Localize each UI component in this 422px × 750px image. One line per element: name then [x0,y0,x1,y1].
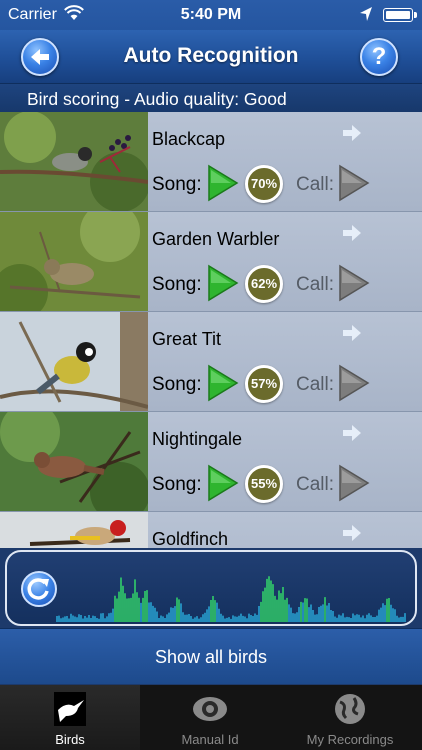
status-bar: Carrier 5:40 PM [0,0,422,30]
battery-icon [383,8,417,22]
call-label: Call: [296,274,335,295]
tab-my-recordings[interactable]: My Recordings [280,685,420,750]
score-badge: 62% [245,265,283,303]
scoring-header: Bird scoring - Audio quality: Good [0,84,422,112]
bird-row-nightingale[interactable]: Nightingale Song: 55% Call: [0,412,422,512]
bird-name: Nightingale [152,429,243,449]
score-badge: 57% [245,365,283,403]
tab-manual-id[interactable]: Manual Id [140,685,280,750]
bird-photo-goldfinch [0,512,148,548]
bird-name: Blackcap [152,129,226,149]
play-call-button[interactable] [338,464,370,502]
play-song-button[interactable] [207,264,239,302]
arrow-right-icon[interactable] [343,325,361,341]
bird-icon [54,692,86,726]
status-time: 5:40 PM [180,6,242,23]
play-song-button[interactable] [207,164,239,202]
tab-label: Birds [55,732,85,747]
bird-row-garden-warbler[interactable]: Garden Warbler Song: 62% Call: [0,212,422,312]
nav-bar: Auto Recognition ? [0,30,422,84]
tab-bar: Birds Manual Id My Recordings [0,685,422,750]
song-label: Song: [152,474,202,495]
bird-list[interactable]: Blackcap Song: 70% Call: Garden Warbler … [0,112,422,548]
arrow-right-icon[interactable] [343,125,361,141]
bird-name: Great Tit [152,329,222,349]
tab-label: My Recordings [306,732,394,747]
help-button[interactable]: ? [360,38,398,76]
bird-photo-blackcap [0,112,148,211]
song-label: Song: [152,274,202,295]
call-label: Call: [296,474,335,495]
bird-photo-great-tit [0,312,148,411]
play-call-button[interactable] [338,164,370,202]
call-label: Call: [296,174,335,195]
score-badge: 70% [245,165,283,203]
audio-waveform-panel [5,550,417,626]
song-label: Song: [152,374,202,395]
play-call-button[interactable] [338,264,370,302]
refresh-icon [27,578,49,600]
bird-photo-nightingale [0,412,148,511]
arrow-right-icon[interactable] [343,425,361,441]
bird-row-blackcap[interactable]: Blackcap Song: 70% Call: [0,112,422,212]
arrow-right-icon[interactable] [343,525,361,541]
bird-row-goldfinch[interactable]: Goldfinch [0,512,422,548]
play-song-button[interactable] [207,364,239,402]
refresh-button[interactable] [21,571,57,607]
score-badge: 55% [245,465,283,503]
call-label: Call: [296,374,335,395]
arrow-right-icon[interactable] [343,225,361,241]
tab-birds[interactable]: Birds [0,685,140,750]
show-all-birds-button[interactable]: Show all birds [0,628,422,684]
play-call-button[interactable] [338,364,370,402]
location-arrow-icon [360,7,372,21]
page-title: Auto Recognition [123,44,299,67]
audio-waveform [56,576,406,622]
eye-icon [193,697,227,721]
tab-label: Manual Id [181,732,239,747]
song-label: Song: [152,174,202,195]
play-song-button[interactable] [207,464,239,502]
bird-photo-garden-warbler [0,212,148,311]
bird-name: Goldfinch [152,529,229,548]
bird-name: Garden Warbler [152,229,280,249]
globe-icon [335,694,365,724]
bird-row-great-tit[interactable]: Great Tit Song: 57% Call: [0,312,422,412]
